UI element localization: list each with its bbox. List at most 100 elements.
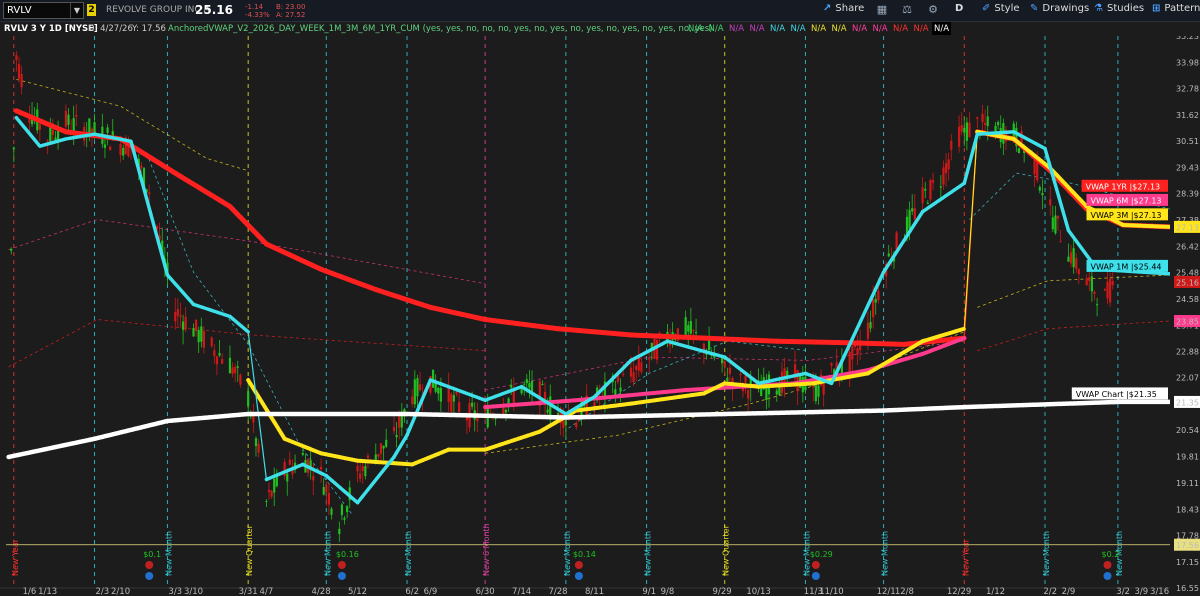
candle-body: [359, 473, 362, 479]
candle-body: [356, 465, 359, 472]
settings-panel-icon[interactable]: ▦: [874, 3, 890, 18]
study-value: N/A: [770, 24, 786, 34]
drawings-label: Drawings: [1042, 3, 1090, 14]
share-button[interactable]: ↗ Share: [823, 3, 864, 14]
y-tick-label: 19.11: [1176, 479, 1199, 488]
earnings-icon: [574, 561, 583, 569]
gear-icon[interactable]: ⚙: [925, 3, 941, 18]
candle-body: [67, 114, 70, 125]
candle-body: [504, 409, 508, 413]
dividend-icon: [574, 572, 583, 580]
candle-body: [866, 322, 870, 339]
candle-body: [939, 186, 942, 188]
candle-body: [1109, 278, 1112, 303]
link-group-badge[interactable]: 2: [87, 4, 96, 16]
price-label: 27.13: [1176, 223, 1199, 232]
candle-body: [213, 350, 216, 357]
vwap-line: [701, 335, 780, 344]
candle-body: [635, 365, 638, 371]
candle-body: [200, 326, 203, 342]
candle-body: [494, 418, 497, 420]
candle-body: [109, 146, 112, 151]
period-marker-label: New 6 Month: [482, 523, 491, 576]
study-value: N/A: [893, 24, 909, 34]
candle-body: [434, 383, 437, 392]
candle-body: [309, 460, 312, 467]
candle-body: [1067, 256, 1070, 262]
y-tick-label: 16.55: [1176, 584, 1199, 593]
chevron-down-icon[interactable]: ▼: [70, 3, 83, 18]
y-tick-label: 18.43: [1176, 505, 1199, 514]
candle-body: [215, 356, 219, 365]
aggregation-button[interactable]: D: [955, 3, 963, 14]
vwap-line: [975, 130, 1016, 136]
candle-body: [148, 192, 151, 195]
ask-price: A: 27.52: [276, 11, 306, 19]
candle-body: [395, 435, 398, 438]
study-name[interactable]: AnchoredVWAP_V2_2026_DAY_WEEK_1M_3M_6M_1…: [168, 24, 712, 34]
patterns-button[interactable]: ⊞Patterns: [1152, 3, 1200, 14]
candle-body: [921, 187, 924, 203]
candle-body: [1095, 304, 1099, 306]
candle-body: [1056, 215, 1060, 219]
candle-body: [908, 210, 911, 229]
period-marker-label: New Month: [164, 531, 173, 576]
candle-body: [812, 385, 815, 388]
candle-body: [622, 374, 625, 376]
candle-body: [452, 395, 455, 402]
candle-body: [236, 366, 239, 368]
study-value: N/A: [729, 24, 745, 34]
candle-body: [911, 208, 914, 212]
x-tick-label: 8/11: [585, 587, 604, 596]
x-tick-label: 2/3: [96, 587, 110, 596]
y-tick-label: 19.81: [1176, 453, 1199, 462]
candle-body: [984, 122, 987, 125]
candle-body: [1072, 248, 1075, 268]
candle-body: [1069, 252, 1073, 264]
y-tick-label: 28.39: [1176, 190, 1199, 199]
drawings-button[interactable]: ✎ Drawings: [1030, 3, 1089, 14]
candle-body: [1049, 199, 1052, 206]
x-tick-label: 1/13: [38, 587, 57, 596]
x-tick-label: 7/14: [512, 587, 531, 596]
candle-body: [106, 127, 109, 133]
studies-button[interactable]: ⚗ Studies: [1094, 3, 1144, 14]
y-tick-label: 29.43: [1176, 163, 1199, 172]
share-label: Share: [835, 3, 865, 14]
candle-body: [976, 117, 979, 119]
candle-body: [228, 357, 232, 374]
candle-body: [51, 129, 54, 136]
candle-body: [439, 387, 442, 402]
candle-body: [221, 359, 224, 364]
candle-body: [869, 322, 872, 329]
candle-body: [913, 208, 916, 220]
candle-body: [254, 438, 258, 447]
candle-body: [640, 362, 643, 372]
study-value: N/A: [913, 24, 929, 34]
candle-body: [270, 490, 273, 497]
study-value: N/A: [852, 24, 868, 34]
vwap-label: VWAP 1YR |$27.13: [1086, 182, 1161, 191]
candle-body: [619, 387, 622, 392]
candle-body: [231, 367, 234, 374]
candle-body: [64, 110, 67, 127]
x-tick-label: 3/10: [184, 587, 203, 596]
candle-body: [257, 443, 260, 453]
price-chart[interactable]: New Year New Month New Quarter New Month New…: [0, 36, 1200, 596]
x-tick-label: 4/28: [312, 587, 331, 596]
candle-body: [192, 328, 195, 337]
candle-body: [327, 492, 330, 505]
y-tick-label: 17.15: [1176, 558, 1199, 567]
pct-change: -4.33%: [245, 11, 270, 19]
flask-icon[interactable]: ⚖: [899, 3, 915, 18]
study-value: N/A: [872, 24, 888, 34]
x-tick-label: 12/29: [947, 587, 972, 596]
study-value: N/A: [932, 22, 952, 35]
candle-body: [931, 180, 935, 183]
candle-body: [960, 125, 963, 132]
candle-body: [944, 163, 948, 174]
style-button[interactable]: ✐ Style: [982, 3, 1020, 14]
x-tick-label: 2/2: [1043, 587, 1057, 596]
y-tick-label: 30.51: [1176, 137, 1199, 146]
symbol-input[interactable]: RVLV ▼: [3, 2, 84, 19]
